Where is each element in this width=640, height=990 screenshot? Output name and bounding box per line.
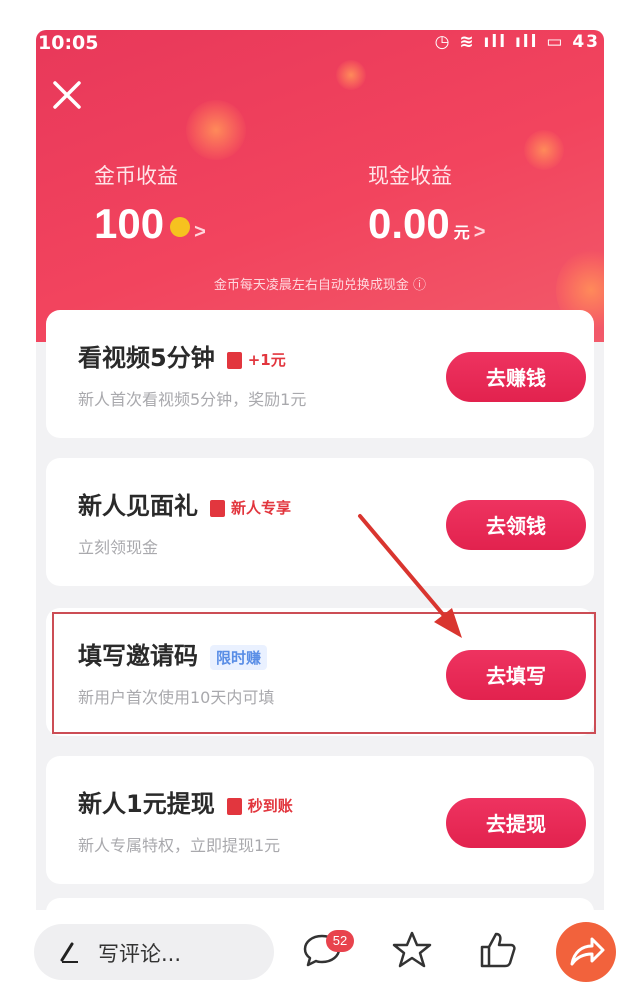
like-button[interactable] bbox=[476, 928, 520, 972]
annotation-arrow bbox=[358, 514, 462, 638]
share-icon bbox=[570, 937, 605, 966]
star-icon bbox=[392, 931, 432, 968]
favorite-button[interactable] bbox=[390, 928, 434, 972]
comment-input[interactable]: 写评论... bbox=[34, 924, 274, 980]
pen-icon bbox=[60, 942, 78, 963]
comment-count-badge: 52 bbox=[326, 930, 354, 952]
share-button[interactable] bbox=[556, 922, 616, 982]
phone-screen: 10:05 ◷ ≋ ıll ıll ▭ 43 金币收益 100 > 现金收益 0.… bbox=[36, 30, 604, 910]
comment-placeholder: 写评论... bbox=[98, 942, 182, 966]
thumbs-up-icon bbox=[480, 932, 516, 968]
bottom-bar: 写评论... 52 bbox=[0, 910, 640, 990]
